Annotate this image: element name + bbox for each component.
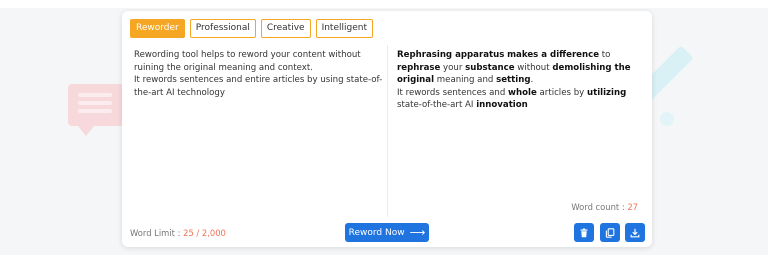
tab-reworder[interactable]: Reworder	[130, 19, 185, 38]
output-text-16: state-of-the-art AI	[397, 100, 477, 111]
word-limit: Word Limit : 25 / 2,000	[130, 228, 226, 238]
download-icon	[630, 228, 640, 237]
output-bold-1: Rephrasing apparatus	[397, 50, 505, 60]
output-text-12: It rewords sentences and	[397, 87, 509, 98]
output-bold-15: utilizing	[586, 87, 627, 98]
chat-bubble-decoration-icon	[68, 84, 124, 136]
output-bold-10: setting	[496, 75, 531, 86]
word-limit-value: 25 / 2,000	[183, 228, 226, 238]
output-text-5: your	[440, 62, 466, 73]
page-top-strip	[0, 0, 768, 8]
trash-icon	[580, 228, 588, 237]
output-text-11: .	[530, 75, 534, 86]
copy-button[interactable]	[600, 223, 620, 242]
tab-creative[interactable]: Creative	[260, 19, 311, 38]
page-bottom-strip	[0, 255, 768, 261]
panel-divider	[387, 45, 388, 217]
word-limit-label: Word Limit :	[130, 228, 184, 238]
output-bold-13: whole	[508, 87, 537, 98]
word-count: Word count : 27	[571, 202, 638, 212]
output-bold-6: substance	[465, 62, 515, 73]
arrow-right-icon: ⟶	[409, 226, 426, 239]
output-bold-17: innovation	[476, 100, 528, 111]
download-button[interactable]	[625, 223, 645, 242]
dot-decoration-icon	[660, 112, 674, 126]
output-text-area: Rephrasing apparatus makes a difference …	[393, 45, 647, 215]
reword-now-label: Reword Now	[348, 227, 405, 238]
input-text-area[interactable]: Rewording tool helps to reword your cont…	[130, 45, 386, 215]
copy-icon	[605, 227, 615, 238]
input-line-2: It rewords sentences and entire articles…	[134, 75, 383, 98]
tab-intelligent[interactable]: Intelligent	[315, 19, 373, 38]
output-paragraph-2: It rewords sentences and whole articles …	[393, 87, 647, 112]
tab-professional[interactable]: Professional	[189, 19, 256, 38]
delete-button[interactable]	[574, 223, 594, 242]
output-bold-2: makes a difference	[507, 50, 600, 60]
output-bold-4: rephrase	[397, 62, 441, 73]
mode-tabs: Reworder Professional Creative Intellige…	[130, 19, 373, 38]
reword-tool-card: Reworder Professional Creative Intellige…	[122, 11, 652, 247]
word-count-label: Word count :	[571, 202, 628, 212]
input-line-1: Rewording tool helps to reword your cont…	[134, 50, 361, 73]
output-text-9: meaning and	[434, 75, 497, 86]
output-paragraph-1: Rephrasing apparatus makes a difference …	[393, 45, 647, 87]
output-text-3: to	[599, 50, 611, 60]
word-count-value: 27	[627, 202, 638, 212]
output-text-14: articles by	[536, 87, 587, 98]
output-text-7: without	[514, 62, 553, 73]
reword-now-button[interactable]: Reword Now ⟶	[345, 223, 429, 242]
